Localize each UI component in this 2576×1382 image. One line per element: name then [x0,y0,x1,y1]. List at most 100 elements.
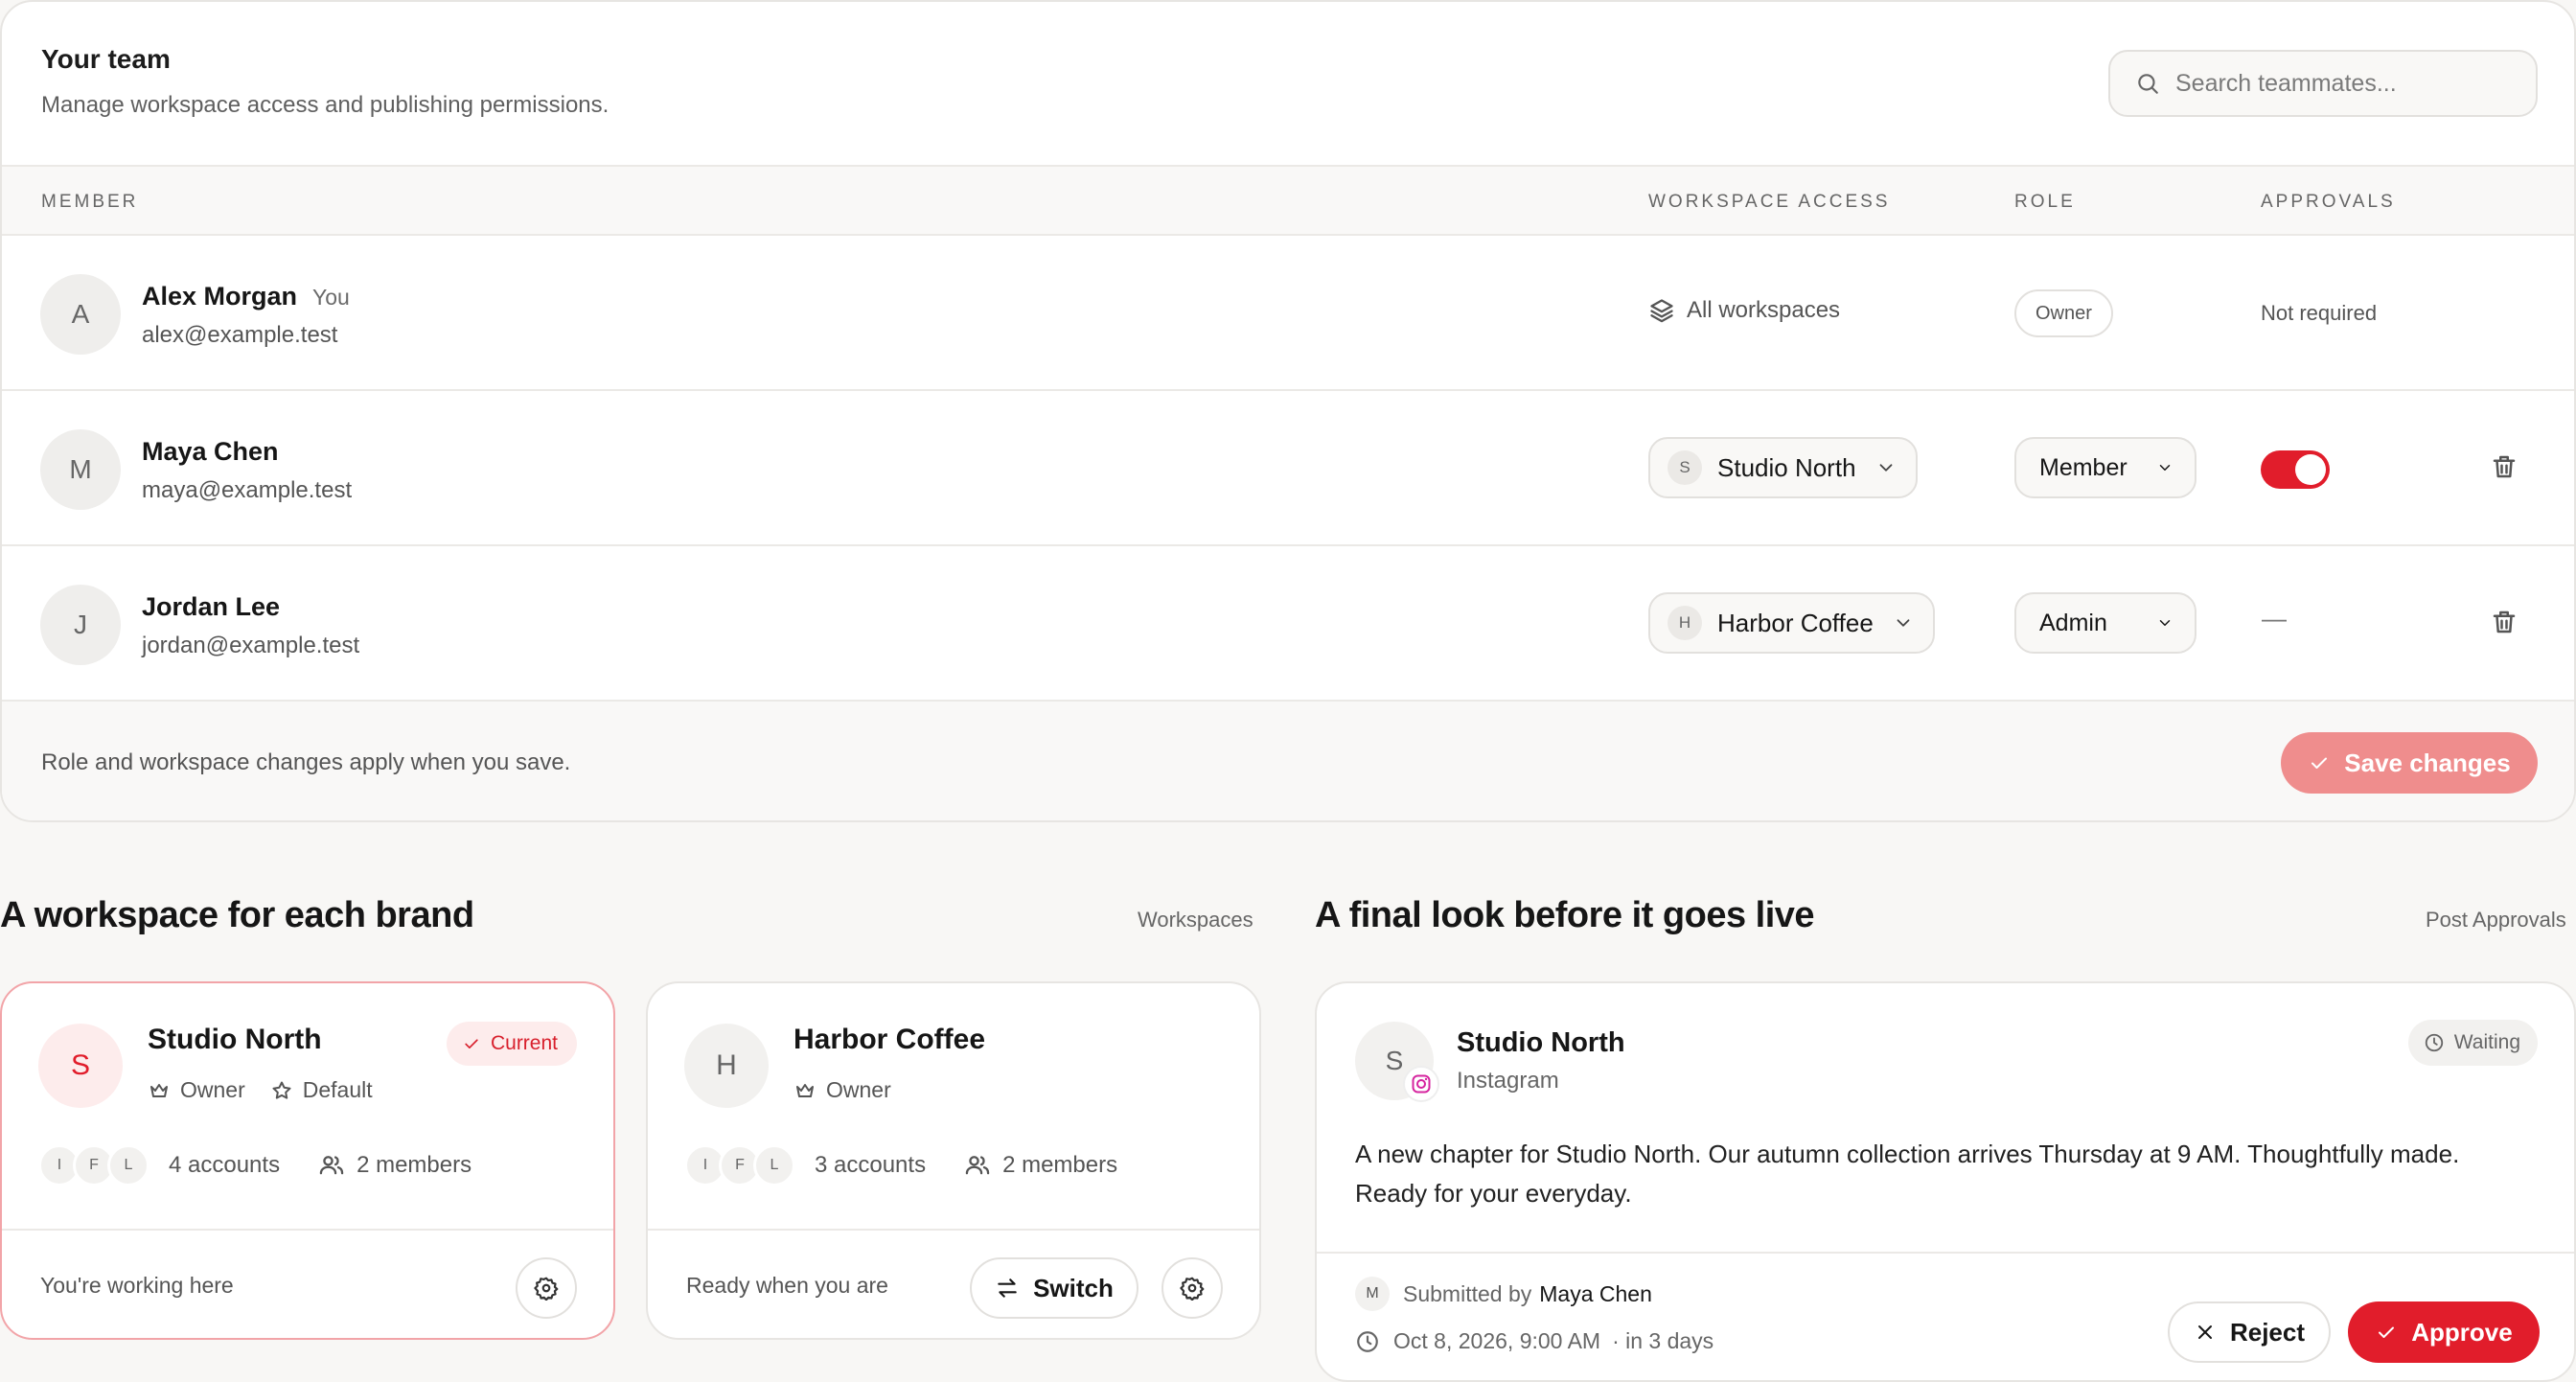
workspace-meta: Owner Default [148,1077,398,1103]
layers-icon [1648,297,1675,324]
team-title: Your team [41,44,171,74]
search-box[interactable] [2108,50,2538,117]
trash-icon[interactable] [2490,608,2518,636]
workspace-select[interactable]: S Studio North [1648,437,1918,498]
workspace-avatar: S [38,1024,123,1108]
table-row: A Alex Morgan You alex@example.test All w… [2,236,2574,391]
star-icon [270,1079,303,1102]
switch-button[interactable]: Switch [970,1257,1138,1319]
settings-button[interactable] [516,1257,577,1319]
users-icon [318,1152,356,1179]
member-email: jordan@example.test [142,633,360,658]
post-approvals-link[interactable]: Post Approvals [2426,908,2566,933]
chevron-down-icon [1893,612,1914,633]
accounts-count: 3 accounts [815,1152,927,1178]
col-workspace-access: WORKSPACE ACCESS [1648,192,1891,212]
owner-label: Owner [826,1077,891,1102]
member-name: Jordan Lee [142,592,281,621]
settings-button[interactable] [1162,1257,1223,1319]
you-tag: You [312,285,350,310]
clock-icon [1355,1329,1393,1354]
account-stack: I F L 4 accounts 2 members [38,1144,472,1186]
check-icon [462,1034,491,1053]
workspace-avatar: S [1668,450,1702,485]
workspace-avatar: H [1668,606,1702,640]
account-stack: I F L 3 accounts 2 members [684,1144,1117,1186]
workspace-footer: Ready when you are Switch [648,1229,1259,1338]
chevron-down-icon [2156,459,2174,476]
post-brand: Studio North [1457,1027,1625,1058]
default-label: Default [302,1077,373,1102]
workspace-access: All workspaces [1648,297,1840,324]
workspace-avatar: H [684,1024,769,1108]
trash-icon[interactable] [2490,452,2518,481]
approvals-status: — [2262,604,2287,633]
table-row: J Jordan Lee jordan@example.test H Harbo… [2,546,2574,702]
footer-note: Role and workspace changes apply when yo… [41,749,571,775]
search-input[interactable] [2175,69,2501,98]
workspace-select-value: Harbor Coffee [1717,608,1874,637]
col-approvals: APPROVALS [2261,192,2396,212]
col-role: ROLE [2014,192,2076,212]
gear-icon [1180,1276,1205,1301]
search-icon [2135,71,2160,96]
table-header: MEMBER WORKSPACE ACCESS ROLE APPROVALS [2,165,2574,236]
submitted-by: M Submitted by Maya Chen [1355,1277,1652,1311]
users-icon [964,1152,1002,1179]
col-member: MEMBER [41,192,139,212]
workspace-name: Studio North [148,1024,322,1055]
role-select-value: Admin [2039,609,2107,636]
team-footer: Role and workspace changes apply when yo… [2,702,2574,820]
role-select[interactable]: Member [2014,437,2196,498]
members-count: 2 members [356,1152,472,1178]
check-icon [2308,751,2344,774]
workspace-card-harbor-coffee[interactable]: H Harbor Coffee Owner I F L 3 accounts 2… [646,981,1261,1340]
avatar: A [40,274,121,355]
role-badge: Owner [2014,289,2113,337]
workspace-name: Harbor Coffee [794,1024,986,1055]
approval-footer: M Submitted by Maya Chen Oct 8, 2026, 9:… [1317,1252,2574,1380]
post-body: A new chapter for Studio North. Our autu… [1355,1140,2460,1208]
check-icon [2375,1321,2411,1344]
approval-card: S Studio North Instagram Waiting A new c… [1315,981,2576,1382]
owner-label: Owner [180,1077,245,1102]
crown-icon [148,1079,180,1102]
close-icon [2194,1321,2230,1344]
accounts-count: 4 accounts [169,1152,281,1178]
clock-icon [2424,1032,2454,1053]
workspaces-link[interactable]: Workspaces [1138,908,1254,933]
crown-icon [794,1079,826,1102]
chevron-down-icon [1875,457,1897,478]
member-name: Maya Chen [142,437,279,466]
save-button[interactable]: Save changes [2281,732,2538,794]
instagram-icon [1403,1066,1439,1102]
team-header: Your team Manage workspace access and pu… [2,2,2574,165]
member-name: Alex Morgan You [142,282,350,311]
workspace-status-text: You're working here [40,1273,234,1298]
team-subtitle: Manage workspace access and publishing p… [41,92,610,118]
approve-button[interactable]: Approve [2348,1301,2540,1363]
workspace-meta: Owner [794,1077,916,1103]
account-avatar: L [753,1144,795,1186]
post-network: Instagram [1457,1068,1559,1094]
workspace-select-value: Studio North [1717,452,1856,482]
scheduled-date: Oct 8, 2026, 9:00 AM · in 3 days [1355,1328,1714,1354]
workspace-status-text: Ready when you are [686,1273,888,1298]
reject-button[interactable]: Reject [2168,1301,2331,1363]
account-avatar: L [107,1144,150,1186]
approvals-status: Not required [2261,301,2378,325]
gear-icon [534,1276,559,1301]
role-select[interactable]: Admin [2014,592,2196,654]
workspace-card-studio-north[interactable]: S Studio North Current Owner Default I F… [0,981,615,1340]
role-select-value: Member [2039,453,2128,481]
status-badge: Waiting [2407,1020,2538,1066]
approvals-toggle[interactable] [2261,450,2330,489]
team-card: Your team Manage workspace access and pu… [0,0,2576,822]
submitter-avatar: M [1355,1277,1390,1311]
workspace-select[interactable]: H Harbor Coffee [1648,592,1935,654]
member-email: maya@example.test [142,477,353,503]
table-row: M Maya Chen maya@example.test S Studio N… [2,391,2574,546]
switch-arrows-icon [995,1276,1033,1301]
chevron-down-icon [2156,614,2174,632]
submitter-name: Maya Chen [1539,1280,1652,1306]
